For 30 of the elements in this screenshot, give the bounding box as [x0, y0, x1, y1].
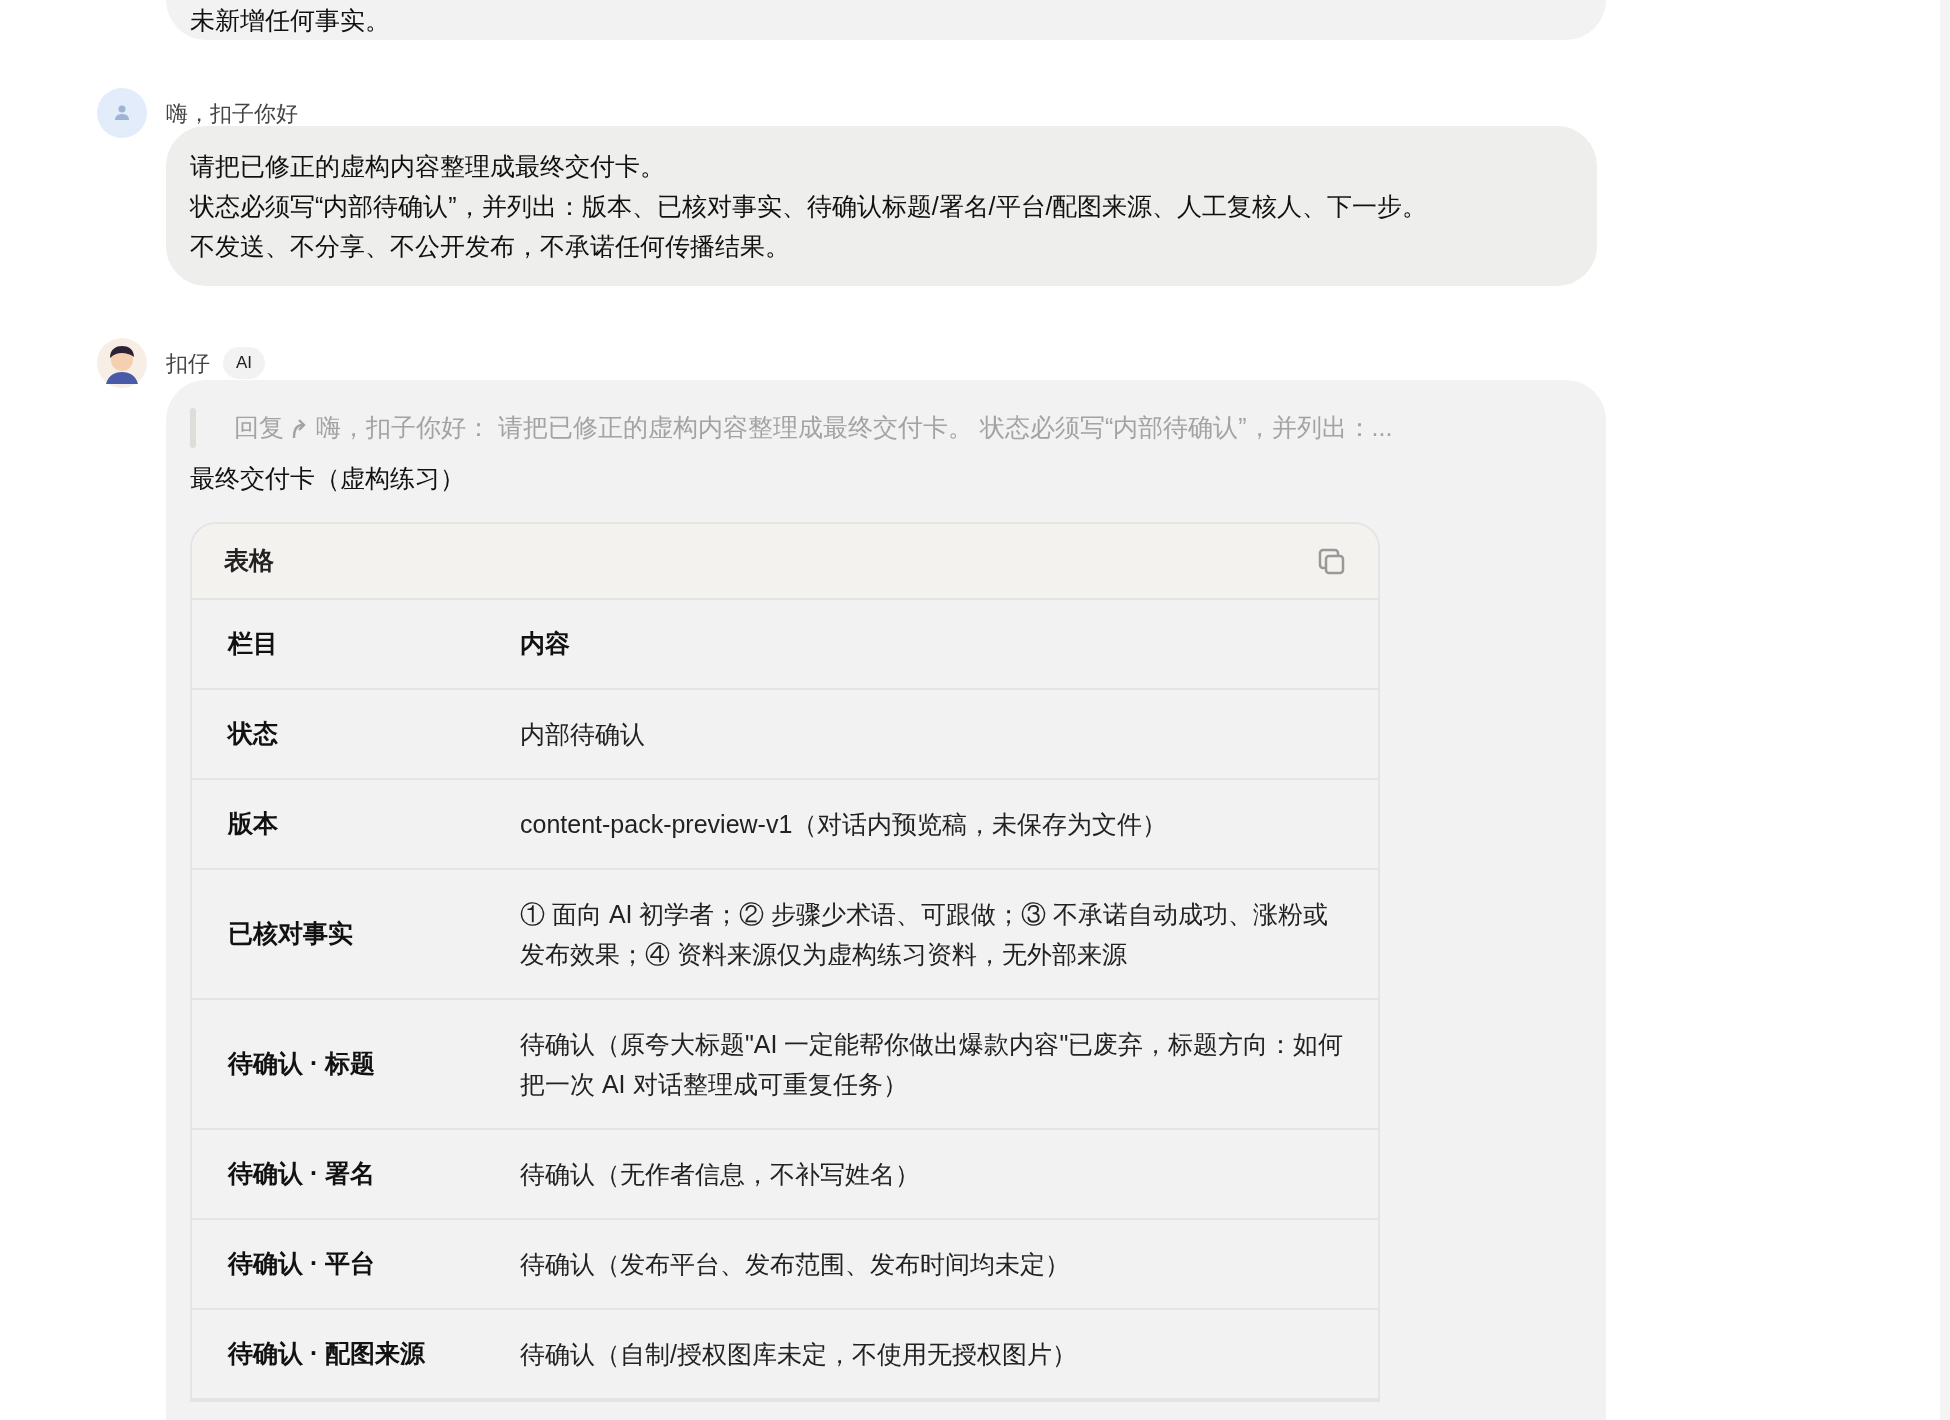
table-cell-text: 待确认（发布平台、发布范围、发布时间均未定） [520, 1249, 1071, 1280]
column-header: 内容 [520, 628, 571, 660]
table-cell-text: 待确认 · 平台 [226, 1248, 377, 1280]
table-cell-text: 待确认 · 标题 [226, 1048, 377, 1080]
copy-icon[interactable] [1316, 546, 1346, 576]
bot-avatar [97, 338, 147, 388]
message-text: 状态必须写“内部待确认”，并列出：版本、已核对事实、待确认标题/署名/平台/配图来源、人工复核人、下一步。 [190, 191, 1429, 222]
message-text: 未新增任何事实。 [190, 5, 391, 36]
table-cell-text: 已核对事实 [227, 918, 354, 950]
sender-name: 嗨，扣子你好 [166, 99, 298, 128]
table-cell-text: 待确认 · 署名 [226, 1158, 377, 1190]
table-cell-text: 待确认（原夸大标题"AI 一定能帮你做出爆款内容"已废弃，标题方向：如何把一次 AI 对话整理成可重复任务） [520, 1029, 1345, 1100]
sender-name: 扣仔 [166, 349, 210, 378]
message-text: 请把已修正的虚构内容整理成最终交付卡。 [190, 151, 666, 182]
table-cell-text: content-pack-preview-v1（对话内预览稿，未保存为文件） [520, 809, 1169, 840]
table-title: 表格 [224, 545, 274, 577]
message-text: 不发送、不分享、不公开发布，不承诺任何传播结果。 [190, 231, 791, 262]
table-cell-text: 内部待确认 [520, 719, 646, 750]
table-cell-text: 待确认 · 配图来源 [226, 1338, 427, 1370]
message-title: 最终交付卡（虚构练习） [190, 463, 466, 494]
user-avatar [97, 88, 147, 138]
table-cell-text: 待确认（自制/授权图库未定，不使用无授权图片） [520, 1339, 1078, 1370]
ai-badge: AI [223, 347, 266, 379]
table-cell-text: 版本 [226, 808, 279, 840]
table-cell-text: ① 面向 AI 初学者；② 步骤少术语、可跟做；③ 不承诺自动成功、涨粉或发布效果；④ 资料来源仅为虚构练习资料，无外部来源 [520, 899, 1330, 970]
reply-label: 回复 [234, 412, 284, 444]
table-cell-text: 状态 [226, 718, 279, 750]
table-cell-text: 待确认（无作者信息，不补写姓名） [520, 1159, 921, 1190]
reply-quote: 嗨，扣子你好： 请把已修正的虚构内容整理成最终交付卡。 状态必须写“内部待确认”，并列出：... [316, 412, 1393, 444]
column-header: 栏目 [226, 628, 279, 660]
